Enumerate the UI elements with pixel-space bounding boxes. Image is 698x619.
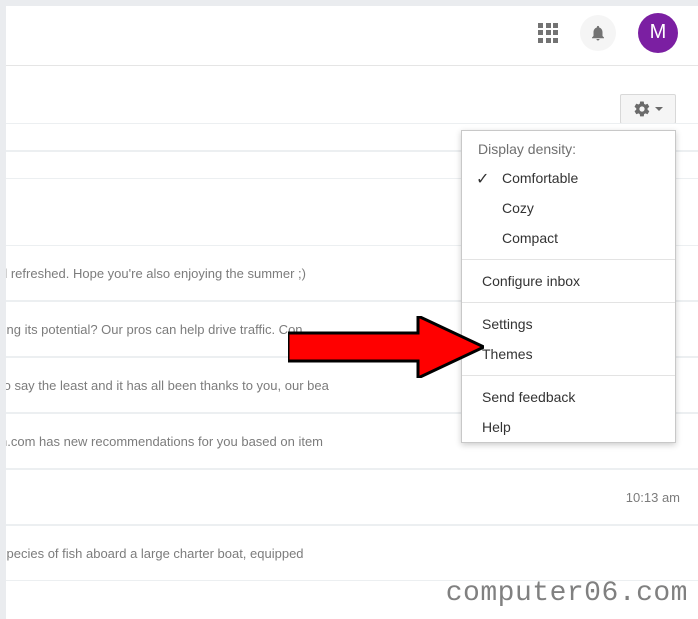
- mail-row[interactable]: 10:13 am: [0, 469, 698, 525]
- menu-item-label: Configure inbox: [482, 273, 580, 289]
- help-item[interactable]: Help: [462, 412, 675, 442]
- avatar-initial: M: [650, 21, 667, 44]
- density-comfortable[interactable]: ✓ Comfortable: [462, 163, 675, 193]
- apps-grid-icon[interactable]: [538, 23, 558, 43]
- settings-menu: Display density: ✓ Comfortable Cozy Comp…: [461, 130, 676, 443]
- menu-item-label: Compact: [502, 230, 558, 246]
- check-icon: ✓: [476, 169, 489, 189]
- menu-divider: [462, 302, 675, 303]
- menu-item-label: Help: [482, 419, 511, 435]
- notifications-icon[interactable]: [580, 15, 616, 51]
- mail-snippet: species of fish aboard a large charter b…: [0, 546, 304, 561]
- chevron-down-icon: [655, 107, 663, 111]
- send-feedback[interactable]: Send feedback: [462, 382, 675, 412]
- menu-item-label: Send feedback: [482, 389, 575, 405]
- menu-divider: [462, 259, 675, 260]
- mail-snippet: ting its potential? Our pros can help dr…: [0, 322, 303, 337]
- toolbar-row: [0, 66, 698, 114]
- density-compact[interactable]: Compact: [462, 223, 675, 253]
- configure-inbox[interactable]: Configure inbox: [462, 266, 675, 296]
- menu-divider: [462, 375, 675, 376]
- menu-item-label: Cozy: [502, 200, 534, 216]
- account-avatar[interactable]: M: [638, 13, 678, 53]
- density-cozy[interactable]: Cozy: [462, 193, 675, 223]
- settings-item[interactable]: Settings: [462, 309, 675, 339]
- mail-time: 10:13 am: [626, 490, 680, 505]
- mail-snippet: d refreshed. Hope you're also enjoying t…: [0, 266, 306, 281]
- menu-header: Display density:: [462, 131, 675, 163]
- menu-item-label: Themes: [482, 346, 533, 362]
- themes-item[interactable]: Themes: [462, 339, 675, 369]
- mail-snippet: n.com has new recommendations for you ba…: [0, 434, 323, 449]
- mail-row[interactable]: species of fish aboard a large charter b…: [0, 525, 698, 581]
- menu-item-label: Settings: [482, 316, 533, 332]
- mail-snippet: to say the least and it has all been tha…: [0, 378, 329, 393]
- header-bar: M: [0, 0, 698, 66]
- menu-item-label: Comfortable: [502, 170, 578, 186]
